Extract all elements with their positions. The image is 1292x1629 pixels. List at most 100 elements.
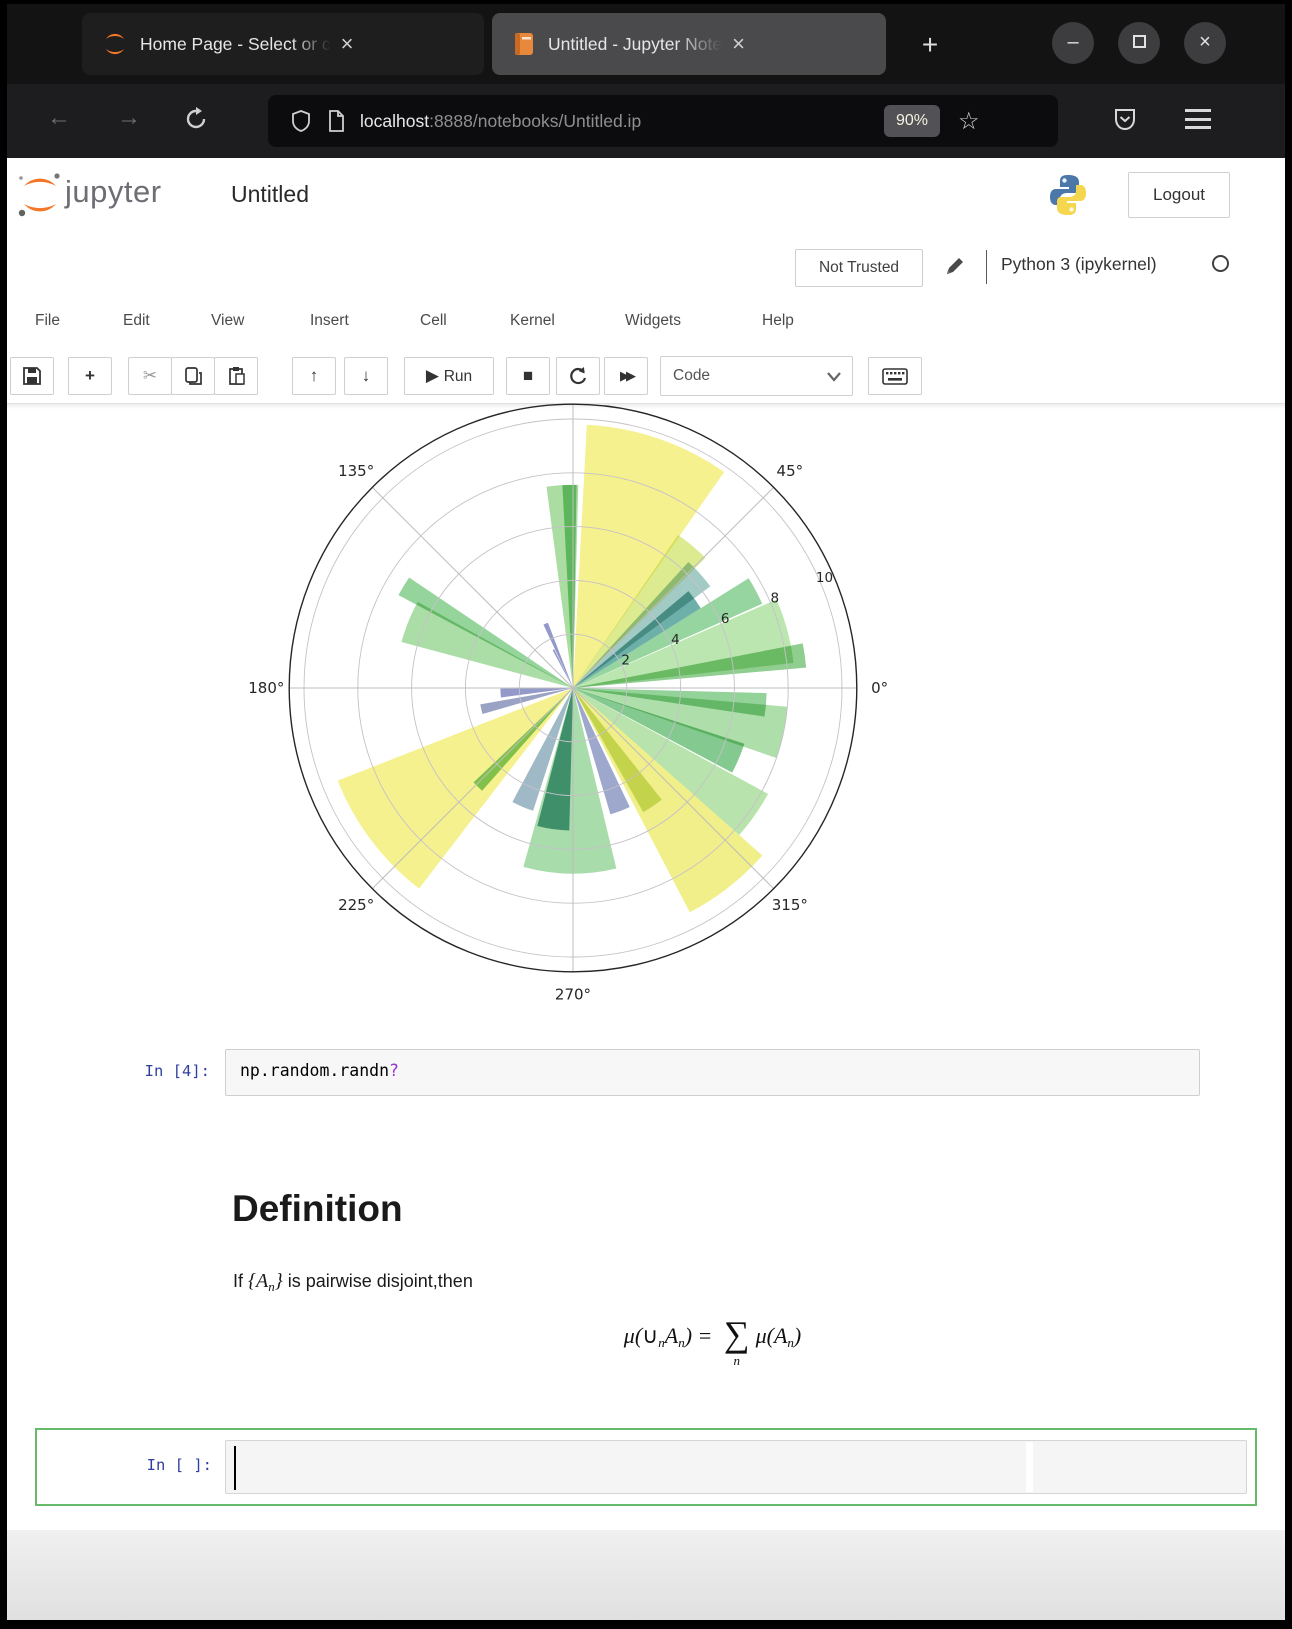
notebook-status-row: Not Trusted Python 3 (ipykernel) bbox=[7, 234, 1285, 298]
window-close-button[interactable]: × bbox=[1184, 22, 1226, 64]
svg-text:225°: 225° bbox=[338, 896, 374, 914]
jupyter-logo[interactable] bbox=[15, 168, 65, 222]
add-cell-button[interactable]: + bbox=[68, 357, 112, 395]
code-text: np.random.randn? bbox=[226, 1050, 1199, 1080]
page-end-background bbox=[7, 1530, 1285, 1620]
url-bar[interactable]: localhost:8888/notebooks/Untitled.ip 90%… bbox=[268, 95, 1058, 147]
save-button[interactable] bbox=[10, 357, 54, 395]
window-maximize-button[interactable] bbox=[1118, 22, 1160, 64]
jupyter-favicon bbox=[102, 31, 128, 57]
svg-text:45°: 45° bbox=[777, 462, 804, 480]
save-icon bbox=[22, 366, 42, 386]
browser-window: Home Page - Select or c × Untitled - Jup… bbox=[7, 4, 1285, 1620]
page-info-icon[interactable] bbox=[326, 109, 346, 133]
url-text[interactable]: localhost:8888/notebooks/Untitled.ip bbox=[360, 111, 880, 132]
forward-icon[interactable]: → bbox=[117, 104, 141, 132]
copy-icon bbox=[183, 366, 203, 386]
pocket-icon[interactable] bbox=[1112, 106, 1138, 134]
hamburger-menu-icon[interactable] bbox=[1185, 109, 1211, 129]
add-cell-icon: + bbox=[69, 358, 111, 394]
menu-view[interactable]: View bbox=[211, 312, 244, 330]
notebook-content: 0°45°135°180°225°270°315°246810 In [4]: … bbox=[7, 403, 1285, 1530]
cut-icon: ✂ bbox=[129, 358, 171, 394]
polar-chart-output: 0°45°135°180°225°270°315°246810 bbox=[243, 401, 903, 1035]
window-minimize-button[interactable]: – bbox=[1052, 22, 1094, 64]
paste-icon bbox=[226, 366, 246, 386]
keyboard-icon bbox=[882, 368, 908, 385]
jupyter-header: jupyter Untitled Logout bbox=[7, 158, 1285, 234]
tab-title: Untitled - Jupyter Note bbox=[548, 34, 722, 54]
editor-gutter-divider bbox=[1026, 1442, 1033, 1492]
interrupt-kernel-button[interactable]: ■ bbox=[506, 357, 550, 395]
menu-file[interactable]: File bbox=[35, 312, 60, 330]
menu-cell[interactable]: Cell bbox=[420, 312, 447, 330]
svg-text:2: 2 bbox=[621, 652, 630, 668]
new-tab-button[interactable]: + bbox=[910, 26, 950, 66]
restart-kernel-button[interactable] bbox=[556, 357, 600, 395]
tab-untitled-notebook[interactable]: Untitled - Jupyter Note × bbox=[492, 13, 886, 75]
python-logo bbox=[1045, 171, 1091, 219]
move-cell-down-button[interactable]: ↓ bbox=[344, 357, 388, 395]
paste-cell-button[interactable] bbox=[214, 357, 258, 395]
copy-cell-button[interactable] bbox=[171, 357, 215, 395]
reload-icon[interactable] bbox=[183, 106, 209, 132]
divider bbox=[986, 250, 987, 284]
svg-text:10: 10 bbox=[816, 570, 833, 586]
code-question-mark: ? bbox=[389, 1061, 399, 1080]
notebook-title[interactable]: Untitled bbox=[231, 181, 309, 208]
menu-widgets[interactable]: Widgets bbox=[625, 312, 681, 330]
back-icon[interactable]: ← bbox=[47, 104, 71, 132]
menu-kernel[interactable]: Kernel bbox=[510, 312, 555, 330]
kernel-idle-indicator-icon bbox=[1212, 255, 1229, 272]
maximize-icon bbox=[1133, 35, 1146, 48]
selected-empty-cell[interactable]: In [ ]: bbox=[35, 1428, 1257, 1506]
pencil-icon bbox=[945, 256, 965, 276]
trust-status-badge[interactable]: Not Trusted bbox=[795, 249, 923, 287]
browser-navbar: ← → localhost:8888/notebooks/Untitled.ip… bbox=[7, 84, 1285, 158]
notebook-favicon bbox=[512, 31, 536, 57]
kernel-name-label: Python 3 (ipykernel) bbox=[1001, 254, 1157, 275]
fast-forward-icon: ▶▶ bbox=[605, 358, 647, 394]
code-input-area[interactable]: np.random.randn? bbox=[225, 1049, 1200, 1096]
move-down-icon: ↓ bbox=[345, 358, 387, 394]
zoom-level-badge[interactable]: 90% bbox=[884, 105, 940, 137]
menu-help[interactable]: Help bbox=[762, 312, 794, 330]
move-cell-up-button[interactable]: ↑ bbox=[292, 357, 336, 395]
union-symbol: ∪ bbox=[642, 1323, 658, 1348]
move-up-icon: ↑ bbox=[293, 358, 335, 394]
run-cell-button[interactable]: ▶ Run bbox=[404, 357, 494, 395]
restart-run-all-button[interactable]: ▶▶ bbox=[604, 357, 648, 395]
chevron-down-icon bbox=[826, 371, 842, 383]
cell-type-select[interactable]: Code bbox=[660, 356, 853, 396]
cell-type-value: Code bbox=[673, 367, 710, 384]
cell-prompt: In [ ]: bbox=[9, 1456, 212, 1474]
empty-code-input-area[interactable] bbox=[225, 1440, 1247, 1494]
url-path: :8888/notebooks/Untitled.ip bbox=[429, 111, 641, 131]
shield-permissions-icon[interactable] bbox=[290, 109, 312, 133]
polar-bar-chart: 0°45°135°180°225°270°315°246810 bbox=[243, 401, 903, 1035]
menu-insert[interactable]: Insert bbox=[310, 312, 349, 330]
restart-icon bbox=[568, 366, 588, 386]
tab-close-icon[interactable]: × bbox=[341, 33, 354, 55]
stop-icon: ■ bbox=[507, 358, 549, 394]
svg-text:6: 6 bbox=[721, 611, 730, 627]
run-label: Run bbox=[444, 368, 472, 385]
jupyter-logo-text[interactable]: jupyter bbox=[65, 174, 162, 210]
command-palette-button[interactable] bbox=[868, 357, 922, 395]
bookmark-star-icon[interactable]: ☆ bbox=[958, 107, 980, 136]
menu-edit[interactable]: Edit bbox=[123, 312, 150, 330]
summation-symbol: ∑n bbox=[724, 1316, 750, 1367]
polar-bar bbox=[402, 602, 573, 688]
markdown-paragraph: If {An} is pairwise disjoint,then bbox=[233, 1270, 473, 1295]
logout-button[interactable]: Logout bbox=[1128, 172, 1230, 218]
browser-tab-bar: Home Page - Select or c × Untitled - Jup… bbox=[7, 4, 1285, 84]
url-host: localhost bbox=[360, 111, 429, 131]
text-cursor bbox=[234, 1446, 236, 1490]
svg-text:270°: 270° bbox=[555, 986, 591, 1004]
svg-text:315°: 315° bbox=[772, 896, 808, 914]
tab-close-icon[interactable]: × bbox=[732, 33, 745, 55]
cell-prompt: In [4]: bbox=[7, 1062, 210, 1080]
run-icon: ▶ bbox=[426, 366, 439, 385]
cut-cell-button[interactable]: ✂ bbox=[128, 357, 172, 395]
tab-home-page[interactable]: Home Page - Select or c × bbox=[82, 13, 484, 75]
